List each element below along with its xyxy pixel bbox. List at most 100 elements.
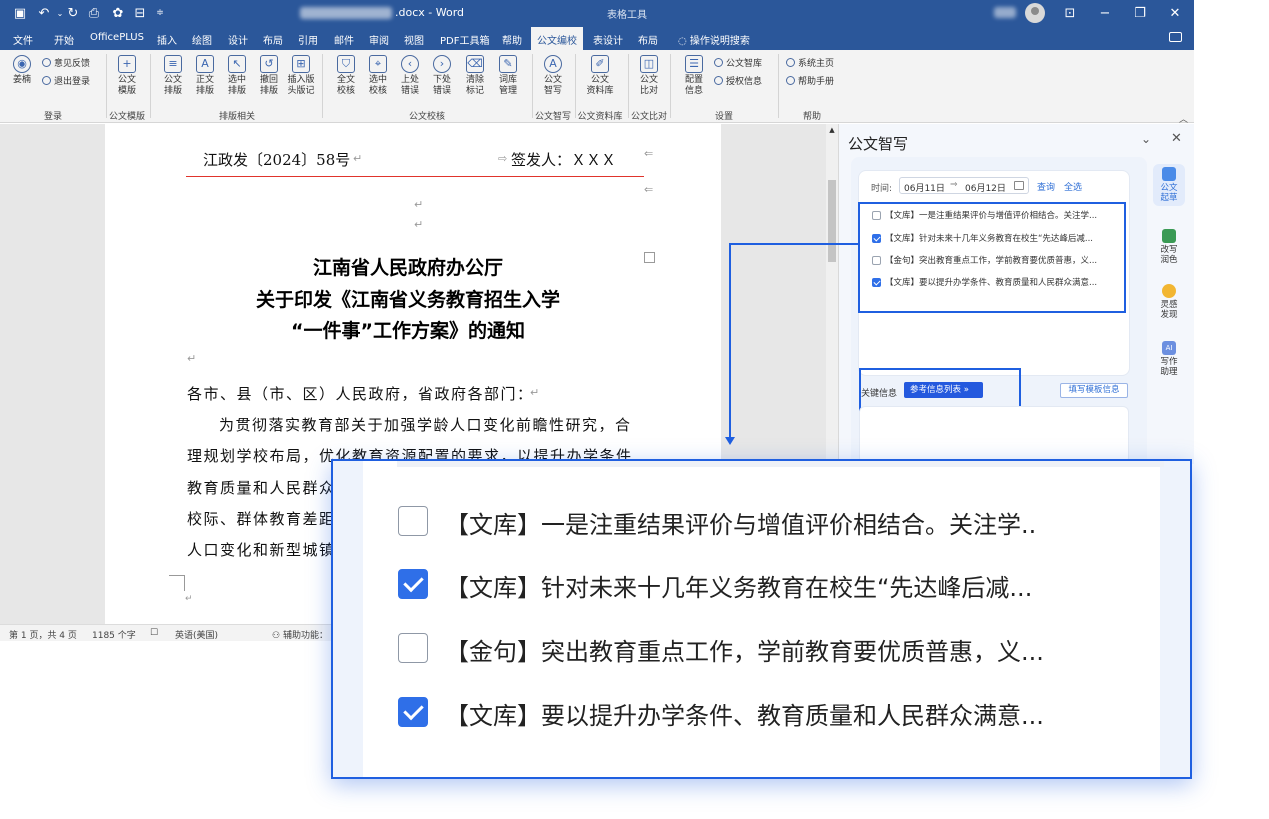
ai-icon: AI <box>1162 341 1176 355</box>
tell-me-search[interactable]: ◌ 操作说明搜索 <box>678 32 750 47</box>
comments-icon[interactable] <box>1169 32 1182 42</box>
item-checkbox[interactable] <box>398 633 428 663</box>
item-checkbox[interactable] <box>398 697 428 727</box>
config-info-button[interactable]: ☰ 配置 信息 <box>678 55 710 97</box>
list-item[interactable]: 【文库】要以提升办学条件、教育质量和人民群众满意... <box>333 692 1190 732</box>
undo-format-button[interactable]: ↺ 撤回 排版 <box>253 55 285 97</box>
clear-marks-button[interactable]: ⌫ 清除 标记 <box>459 55 491 97</box>
feedback-button[interactable]: 意见反馈 <box>42 56 90 69</box>
document-compare-button[interactable]: ◫ 公文 比对 <box>633 55 665 97</box>
group-label-compare: 公文比对 <box>630 112 668 122</box>
scroll-thumb[interactable] <box>828 180 836 262</box>
rail-assistant[interactable]: AI 写作 助理 <box>1153 341 1185 377</box>
tab-review[interactable]: 审阅 <box>369 32 389 47</box>
item-checkbox[interactable] <box>398 506 428 536</box>
smart-write-pane: 公文智写 ⌄ ✕ 时间: 06月11日 ⇒ 06月12日 查询 全选 【文库】一… <box>838 124 1194 477</box>
compare-icon: ◫ <box>640 55 658 73</box>
table-tools-label: 表格工具 <box>607 10 647 21</box>
zoomed-material-list: 【文库】一是注重结果评价与增值评价相结合。关注学.. 【文库】针对未来十几年义务… <box>331 459 1192 779</box>
print-preview-icon[interactable]: ⎙ <box>84 3 104 23</box>
tab-mailings[interactable]: 邮件 <box>334 32 354 47</box>
help-manual-button[interactable]: 帮助手册 <box>786 74 834 87</box>
group-label-layout: 排版相关 <box>218 112 256 122</box>
selection-check-icon: ⌖ <box>369 55 387 73</box>
user-button[interactable]: ◉ 姜楠 <box>6 55 38 86</box>
scroll-up-icon[interactable]: ▲ <box>826 124 838 136</box>
previous-error-button[interactable]: ‹ 上处 错误 <box>394 55 426 97</box>
plugin-icon[interactable]: ✿ <box>108 3 128 23</box>
smart-write-button[interactable]: A 公文 智写 <box>537 55 569 97</box>
template-button[interactable]: + 公文 模版 <box>111 55 143 97</box>
tab-document-proofing[interactable]: 公文编校 <box>531 27 583 50</box>
fill-template-button[interactable]: 填写模板信息 <box>1060 383 1128 398</box>
check-selection-button[interactable]: ⌖ 选中 校核 <box>362 55 394 97</box>
query-button[interactable]: 查询 <box>1037 180 1055 193</box>
document-plus-icon: + <box>118 55 136 73</box>
tab-references[interactable]: 引用 <box>298 32 318 47</box>
format-body-button[interactable]: A 正文 排版 <box>189 55 221 97</box>
calendar-icon[interactable] <box>1014 181 1024 190</box>
format-document-button[interactable]: ≡ 公文 排版 <box>157 55 189 97</box>
proofing-icon[interactable]: ☐ <box>150 628 158 638</box>
callout-connector <box>729 243 731 439</box>
list-item[interactable]: 【金句】突出教育重点工作，学前教育要优质普惠，义... <box>333 628 1190 668</box>
rail-rewrite[interactable]: 改写 润色 <box>1153 229 1185 265</box>
next-error-button[interactable]: › 下处 错误 <box>426 55 458 97</box>
save-as-icon[interactable]: ⊟ <box>130 3 150 23</box>
item-checkbox[interactable] <box>398 569 428 599</box>
document-think-tank-button[interactable]: 公文智库 <box>714 56 762 69</box>
minimize-icon[interactable]: − <box>1094 4 1116 22</box>
redo-icon[interactable]: ↻ <box>63 3 83 23</box>
date-end[interactable]: 06月12日 <box>965 181 1006 194</box>
tab-file[interactable]: 文件 <box>13 32 33 47</box>
accessibility-status[interactable]: ⚇ 辅助功能： <box>272 628 328 641</box>
check-all-button[interactable]: ⛉ 全文 校核 <box>330 55 362 97</box>
format-selection-button[interactable]: ↖ 选中 排版 <box>221 55 253 97</box>
language[interactable]: 英语(美国) <box>175 628 218 641</box>
select-all-button[interactable]: 全选 <box>1064 180 1082 193</box>
tab-home[interactable]: 开始 <box>54 32 74 47</box>
tab-officeplus[interactable]: OfficePLUS <box>90 32 144 43</box>
list-item[interactable]: 【文库】一是注重结果评价与增值评价相结合。关注学.. <box>333 501 1190 541</box>
date-start[interactable]: 06月11日 <box>904 181 945 194</box>
tab-table-layout[interactable]: 布局 <box>638 32 658 47</box>
rail-inspiration[interactable]: 灵感 发现 <box>1153 284 1185 320</box>
tab-insert[interactable]: 插入 <box>157 32 177 47</box>
restore-icon[interactable]: ❐ <box>1129 4 1151 22</box>
tab-layout[interactable]: 布局 <box>263 32 283 47</box>
tab-view[interactable]: 视图 <box>404 32 424 47</box>
list-item[interactable]: 【文库】针对未来十几年义务教育在校生“先达峰后减... <box>333 564 1190 604</box>
ribbon-tabs: 文件 开始 OfficePLUS 插入 绘图 设计 布局 引用 邮件 审阅 视图… <box>0 27 1194 50</box>
paragraph-mark: ↵ <box>414 198 424 211</box>
avatar[interactable] <box>1025 3 1045 23</box>
ribbon-display-icon[interactable]: ⊡ <box>1059 4 1081 22</box>
license-info-button[interactable]: 授权信息 <box>714 74 762 87</box>
rail-drafting[interactable]: 公文 起草 <box>1153 164 1185 206</box>
tab-design[interactable]: 设计 <box>228 32 248 47</box>
system-home-button[interactable]: 系统主页 <box>786 56 834 69</box>
logout-button[interactable]: 退出登录 <box>42 74 90 87</box>
tab-pdf-tools[interactable]: PDF工具箱 <box>440 32 489 47</box>
save-icon[interactable]: ▣ <box>10 3 30 23</box>
date-range-picker[interactable]: 06月11日 ⇒ 06月12日 <box>899 177 1029 194</box>
chevron-left-icon: ‹ <box>401 55 419 73</box>
document-library-button[interactable]: ✐ 公文 资料库 <box>584 55 616 97</box>
keyword-input-area[interactable] <box>859 406 1129 464</box>
paragraph-mark: ↵ <box>187 352 197 365</box>
close-icon[interactable]: ✕ <box>1164 4 1186 22</box>
tab-help[interactable]: 帮助 <box>502 32 522 47</box>
group-label-library: 公文资料库 <box>577 112 623 122</box>
pane-close-icon[interactable]: ✕ <box>1171 131 1182 146</box>
shield-icon: ⛉ <box>337 55 355 73</box>
group-divider <box>106 54 107 118</box>
tab-table-design[interactable]: 表设计 <box>593 32 623 47</box>
tab-draw[interactable]: 绘图 <box>192 32 212 47</box>
group-label-template: 公文模版 <box>108 112 146 122</box>
page-count[interactable]: 第 1 页，共 4 页 <box>9 628 77 641</box>
customize-toolbar-icon[interactable]: ≑ <box>150 3 170 23</box>
word-count[interactable]: 1185 个字 <box>92 628 136 641</box>
title-line-2: 关于印发《江南省义务教育招生入学 <box>255 289 560 311</box>
insert-header-button[interactable]: ⊞ 插入版 头版记 <box>285 55 317 97</box>
lexicon-manage-button[interactable]: ✎ 词库 管理 <box>492 55 524 97</box>
pane-options-icon[interactable]: ⌄ <box>1141 132 1151 146</box>
